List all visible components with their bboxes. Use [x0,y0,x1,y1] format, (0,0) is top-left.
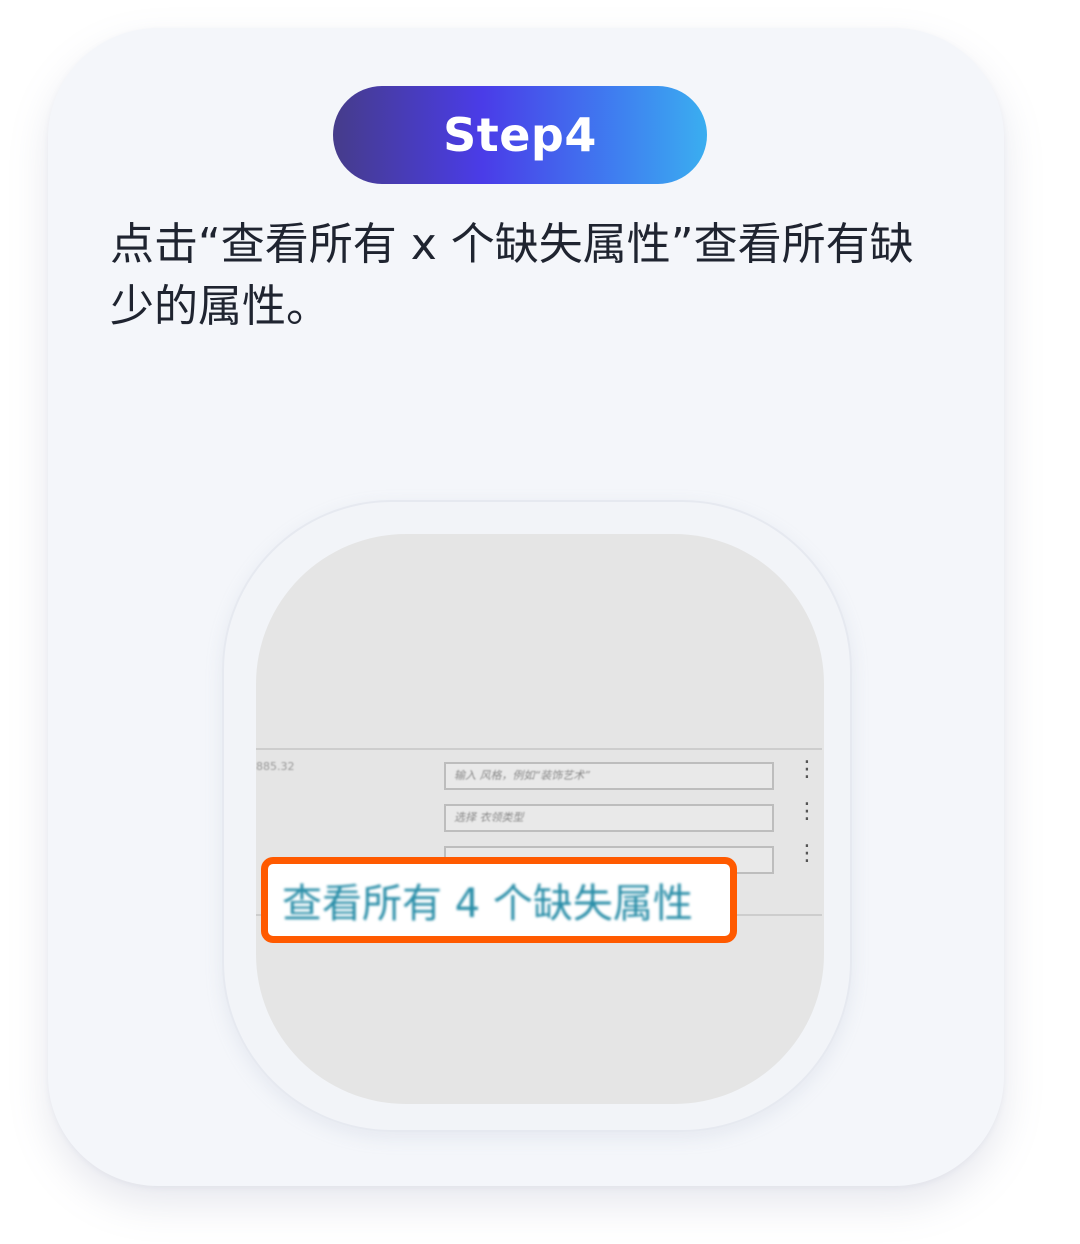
step-description: 点击“查看所有 x 个缺失属性”查看所有缺少的属性。 [110,219,914,332]
view-missing-attributes-text[interactable]: 查看所有 4 个缺失属性 [282,871,693,929]
more-options-icon[interactable]: ⋮ [796,759,818,781]
step-label: Step4 [443,108,597,162]
step-badge: Step4 [333,86,707,184]
divider-top [256,748,822,750]
collar-type-placeholder: 选择 衣领类型 [454,811,524,824]
style-input-placeholder: 输入 风格，例如“装饰艺术” [454,769,590,782]
more-options-icon[interactable]: ⋮ [796,843,818,865]
screenshot-preview: 885.32 输入 风格，例如“装饰艺术” ⋮ 选择 衣领类型 ⋮ ⋮ [256,534,824,1104]
more-options-icon[interactable]: ⋮ [796,801,818,823]
style-input[interactable]: 输入 风格，例如“装饰艺术” [444,762,774,790]
view-missing-attributes-link[interactable]: 查看所有 4 个缺失属性 [261,857,737,943]
price-label: 885.32 [256,760,295,773]
collar-type-select[interactable]: 选择 衣领类型 [444,804,774,832]
